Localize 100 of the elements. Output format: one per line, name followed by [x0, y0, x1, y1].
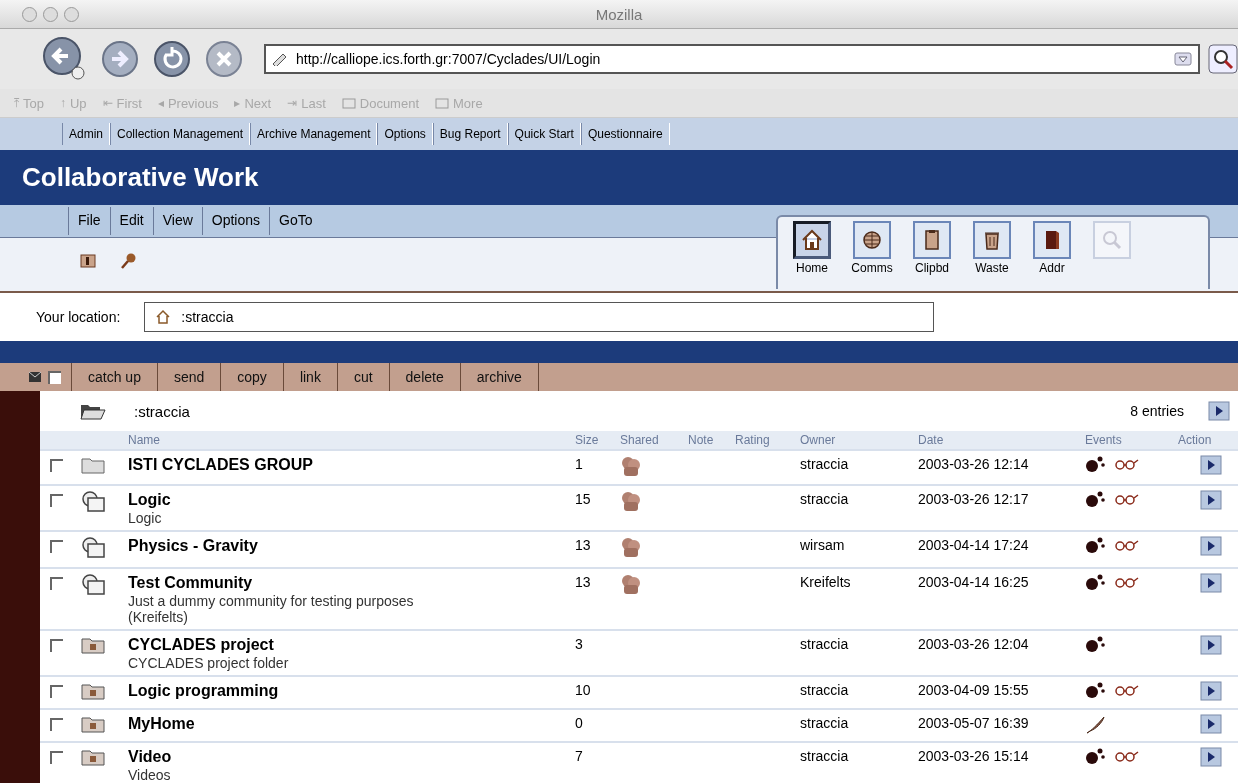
toolbox-button[interactable]: Comms	[848, 221, 896, 289]
toolbox-button[interactable]: Addr	[1028, 221, 1076, 289]
item-description: CYCLADES project folder	[128, 655, 290, 671]
owner-cell-text: straccia	[800, 681, 850, 698]
dots-icon	[1085, 747, 1107, 765]
play-icon[interactable]	[1200, 573, 1222, 593]
owner-cell-text: wirsam	[800, 536, 846, 553]
owner-cell-text: straccia	[800, 635, 850, 652]
menu-item[interactable]: View	[152, 207, 202, 235]
menu-item[interactable]: Options	[201, 207, 270, 235]
home-icon	[155, 309, 172, 325]
people-icon	[620, 536, 642, 558]
envelope-icon	[28, 371, 42, 383]
play-icon[interactable]	[1200, 747, 1222, 767]
owner-cell-text: straccia	[800, 490, 850, 507]
glasses-icon	[1113, 492, 1139, 506]
folder-icon	[80, 455, 106, 475]
people-icon	[620, 455, 642, 477]
globe-folder-icon	[80, 490, 108, 514]
item-name[interactable]: CYCLADES project	[128, 635, 274, 655]
menu-link[interactable]: Options	[377, 123, 433, 145]
column-header[interactable]: Name	[128, 433, 575, 447]
column-header[interactable]: Date	[918, 433, 1085, 447]
glasses-icon	[1113, 683, 1139, 697]
item-name[interactable]: Physics - Gravity	[128, 536, 258, 556]
size-cell-text: 1	[575, 455, 584, 472]
info-icon[interactable]	[80, 254, 96, 268]
select-all-checkbox[interactable]	[48, 370, 61, 384]
date-cell-text: 2003-03-26 12:14	[918, 455, 1030, 472]
menu-link[interactable]: Questionnaire	[580, 123, 670, 145]
owner-cell-text: straccia	[800, 747, 850, 764]
menu-link[interactable]: Admin	[62, 123, 110, 145]
entry-count: 8 entries	[1130, 403, 1184, 419]
item-name[interactable]: Test Community	[128, 573, 253, 593]
play-icon[interactable]	[1208, 401, 1230, 421]
column-header[interactable]: Rating	[735, 433, 800, 447]
column-header[interactable]: Size	[575, 433, 620, 447]
project-folder-icon	[80, 714, 106, 734]
date-cell-text: 2003-03-26 15:14	[918, 747, 1030, 764]
play-icon[interactable]	[1200, 536, 1222, 556]
folder-icon	[435, 97, 449, 109]
play-icon[interactable]	[1200, 714, 1222, 734]
dropdown-icon[interactable]	[1174, 52, 1192, 66]
item-name[interactable]: Logic programming	[128, 681, 279, 701]
menu-link[interactable]: Quick Start	[507, 123, 581, 145]
url-field[interactable]: http://calliope.ics.forth.gr:7007/Cyclades/UI/Login	[264, 44, 1200, 74]
globe-folder-icon	[80, 536, 108, 560]
column-header[interactable]: Action	[1178, 433, 1238, 447]
toolbox-button[interactable]: Clipbd	[908, 221, 956, 289]
item-description: Logic	[128, 510, 163, 526]
location-label: Your location:	[36, 309, 121, 325]
location-field[interactable]: :straccia	[144, 302, 935, 332]
date-cell-text: 2003-05-07 16:39	[918, 714, 1030, 731]
date-cell-text: 2003-04-14 17:24	[918, 536, 1030, 553]
column-header[interactable]: Note	[688, 433, 735, 447]
search-icon	[1100, 228, 1124, 252]
date-cell-text: 2003-03-26 12:04	[918, 635, 1030, 652]
toolbox-button[interactable]: Home	[788, 221, 836, 289]
play-icon[interactable]	[1200, 490, 1222, 510]
column-header[interactable]: Events	[1085, 433, 1178, 447]
dots-icon	[1085, 490, 1107, 508]
date-cell-text: 2003-04-09 15:55	[918, 681, 1030, 698]
page-title: Collaborative Work	[22, 162, 259, 193]
item-name[interactable]: ISTI CYCLADES GROUP	[128, 455, 313, 475]
item-name[interactable]: MyHome	[128, 714, 195, 734]
project-folder-icon	[80, 635, 106, 655]
people-icon	[620, 490, 642, 512]
size-cell-text: 10	[575, 681, 592, 698]
owner-cell-text: straccia	[800, 455, 850, 472]
column-header[interactable]: Shared	[620, 433, 688, 447]
dots-icon	[1085, 455, 1107, 473]
search-icon[interactable]	[1208, 44, 1238, 74]
size-cell-text: 13	[575, 536, 592, 553]
dots-icon	[1085, 635, 1107, 653]
glasses-icon	[1113, 749, 1139, 763]
key-icon[interactable]	[120, 252, 138, 270]
date-cell-text: 2003-03-26 12:17	[918, 490, 1030, 507]
glasses-icon	[1113, 457, 1139, 471]
dots-icon	[1085, 573, 1107, 591]
size-cell-text: 3	[575, 635, 584, 652]
project-folder-icon	[80, 747, 106, 767]
dots-icon	[1085, 681, 1107, 699]
menu-link[interactable]: Archive Management	[250, 123, 378, 145]
play-icon[interactable]	[1200, 455, 1222, 475]
play-icon[interactable]	[1200, 681, 1222, 701]
column-header[interactable]: Owner	[800, 433, 918, 447]
menu-item[interactable]: GoTo	[269, 207, 322, 235]
folder-icon	[341, 97, 356, 109]
toolbox-button[interactable]: Waste	[968, 221, 1016, 289]
window-title: Mozilla	[595, 5, 643, 23]
menu-item[interactable]: File	[68, 207, 110, 235]
folder-name: :straccia	[134, 402, 191, 420]
globe-folder-icon	[80, 573, 108, 597]
menu-item[interactable]: Edit	[109, 207, 153, 235]
item-name[interactable]: Logic	[128, 490, 171, 510]
globe-icon	[860, 228, 884, 252]
menu-link[interactable]: Bug Report	[432, 123, 508, 145]
item-name[interactable]: Video	[128, 747, 172, 767]
play-icon[interactable]	[1200, 635, 1222, 655]
menu-link[interactable]: Collection Management	[110, 123, 251, 145]
